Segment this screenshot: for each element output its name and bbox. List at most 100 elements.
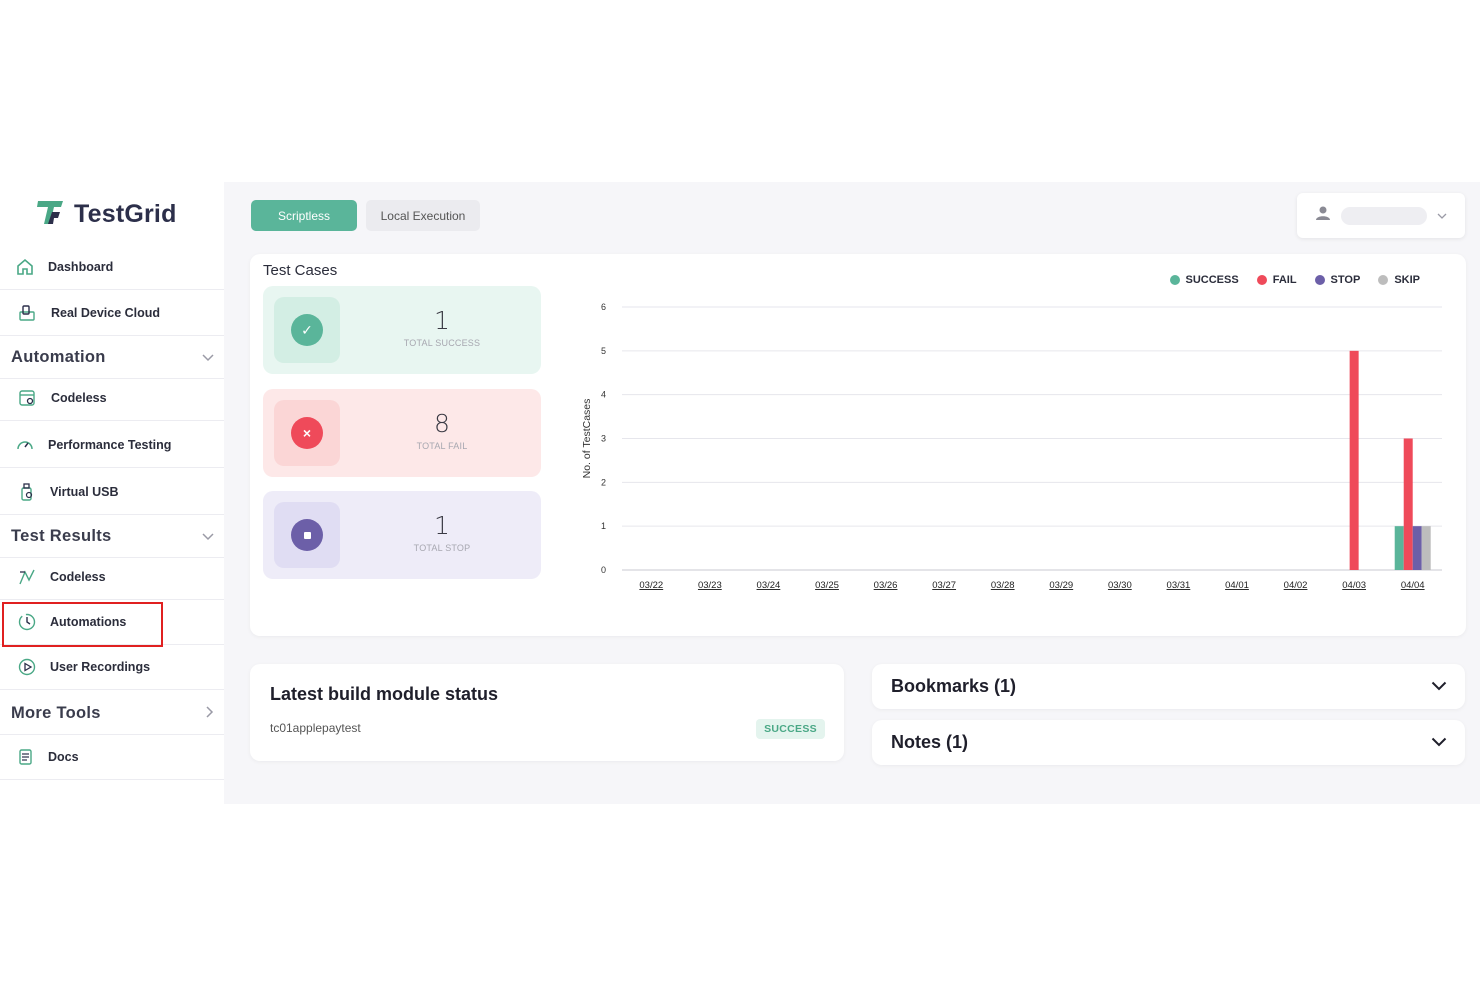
x-tick-label: 04/03: [1342, 580, 1366, 591]
sidebar-item-label: Codeless: [51, 391, 107, 405]
stat-value: 1: [434, 511, 450, 540]
tab-local-execution[interactable]: Local Execution: [366, 200, 480, 231]
sidebar-section-more-tools[interactable]: More Tools: [0, 693, 224, 735]
accordion-label: Bookmarks (1): [891, 676, 1017, 696]
x-tick-label: 03/27: [932, 580, 956, 591]
sidebar-item-docs[interactable]: Docs: [0, 735, 224, 780]
latest-build-card: Latest build module status tc01applepayt…: [250, 664, 844, 761]
x-tick-label: 04/01: [1225, 580, 1249, 591]
y-tick-label: 0: [601, 565, 606, 575]
bar-stop: [1412, 526, 1422, 570]
build-module-name[interactable]: tc01applepaytest: [270, 721, 361, 735]
x-tick-label: 03/26: [874, 580, 898, 591]
x-tick-label: 03/25: [815, 580, 839, 591]
y-tick-label: 3: [601, 434, 606, 444]
x-tick-label: 03/29: [1049, 580, 1073, 591]
stat-total-success: ✓ 1 TOTAL SUCCESS: [263, 286, 541, 374]
sidebar: TestGrid Dashboard Real Device Cloud Aut…: [0, 182, 224, 804]
chevron-down-icon: [202, 528, 214, 546]
stop-badge: [274, 502, 340, 568]
legend-label: STOP: [1330, 274, 1361, 286]
success-badge: ✓: [274, 297, 340, 363]
chart-legend: SUCCESS FAIL STOP SKIP: [1169, 274, 1420, 286]
legend-swatch: [1256, 275, 1267, 285]
section-label: More Tools: [11, 704, 101, 722]
home-icon: [12, 254, 38, 280]
bar-chart-svg: 0 1 2 3 4 5 6 No. of TestCases 03/22 03/23 03/24 03…: [581, 302, 1442, 591]
sidebar-item-label: Virtual USB: [50, 485, 119, 499]
sidebar-item-label: Performance Testing: [48, 438, 172, 452]
main-content: Scriptless Local Execution Test Cases ✓ …: [224, 182, 1480, 804]
x-tick-label: 03/23: [698, 580, 722, 591]
test-cases-chart: SUCCESS FAIL STOP SKIP 0 1 2 3 4 5 6 No. of TestCa…: [580, 262, 1450, 602]
sidebar-section-test-results[interactable]: Test Results: [0, 516, 224, 558]
x-tick-label: 03/28: [991, 580, 1015, 591]
brand-logo[interactable]: TestGrid: [36, 198, 177, 230]
testgrid-logo-icon: [36, 198, 66, 231]
chevron-down-icon: [1431, 734, 1447, 752]
bar-skip: [1421, 526, 1431, 570]
sidebar-item-real-device-cloud[interactable]: Real Device Cloud: [0, 291, 224, 336]
stop-icon: [291, 519, 323, 551]
codeless-results-icon: [14, 564, 40, 590]
y-tick-label: 6: [601, 302, 606, 312]
sidebar-item-performance-testing[interactable]: Performance Testing: [0, 423, 224, 468]
legend-swatch: [1314, 275, 1325, 285]
y-tick-label: 5: [601, 346, 606, 356]
tab-scriptless[interactable]: Scriptless: [251, 200, 357, 231]
sidebar-item-codeless-results[interactable]: Codeless: [0, 555, 224, 600]
sidebar-item-codeless[interactable]: Codeless: [0, 376, 224, 421]
bookmarks-accordion[interactable]: Bookmarks (1): [872, 664, 1465, 709]
bar-success: [1394, 526, 1404, 570]
section-label: Automation: [11, 348, 106, 366]
legend-swatch: [1169, 275, 1180, 285]
y-axis-label: No. of TestCases: [581, 399, 593, 479]
status-badge: SUCCESS: [756, 719, 825, 739]
y-tick-label: 2: [601, 477, 606, 487]
stat-caption: TOTAL FAIL: [416, 441, 468, 451]
stat-caption: TOTAL STOP: [413, 543, 471, 553]
sidebar-item-virtual-usb[interactable]: Virtual USB: [0, 470, 224, 515]
legend-label: FAIL: [1272, 274, 1297, 286]
play-icon: [14, 654, 40, 680]
x-tick-label: 03/22: [639, 580, 663, 591]
bar-fail: [1403, 438, 1413, 570]
sidebar-section-automation[interactable]: Automation: [0, 337, 224, 379]
usb-icon: [14, 479, 40, 505]
chevron-down-icon: [202, 349, 214, 367]
notes-accordion[interactable]: Notes (1): [872, 720, 1465, 765]
x-tick-label: 03/24: [757, 580, 781, 591]
test-cases-title: Test Cases: [263, 262, 338, 279]
legend-item[interactable]: STOP: [1314, 274, 1361, 286]
close-icon: ×: [291, 417, 323, 449]
legend-swatch: [1378, 275, 1389, 285]
chevron-down-icon: [1431, 678, 1447, 696]
sidebar-item-label: Codeless: [50, 570, 106, 584]
devices-icon: [14, 300, 40, 326]
legend-label: SUCCESS: [1185, 274, 1239, 286]
sidebar-item-user-recordings[interactable]: User Recordings: [0, 645, 224, 690]
check-icon: ✓: [291, 314, 323, 346]
stat-total-fail: × 8 TOTAL FAIL: [263, 389, 541, 477]
highlight-box: [2, 602, 163, 647]
legend-item[interactable]: SKIP: [1378, 274, 1420, 286]
stat-value: 1: [434, 306, 450, 335]
user-menu[interactable]: [1297, 193, 1465, 238]
legend-item[interactable]: FAIL: [1256, 274, 1297, 286]
sidebar-item-dashboard[interactable]: Dashboard: [0, 245, 224, 290]
sidebar-item-label: User Recordings: [50, 660, 151, 674]
sidebar-item-label: Dashboard: [48, 260, 114, 274]
stat-value: 8: [434, 409, 450, 438]
legend-item[interactable]: SUCCESS: [1169, 274, 1239, 286]
x-tick-label: 03/30: [1108, 580, 1132, 591]
fail-badge: ×: [274, 400, 340, 466]
legend-label: SKIP: [1394, 274, 1420, 286]
brand-name: TestGrid: [74, 199, 177, 228]
chevron-right-icon: [206, 705, 214, 723]
stat-caption: TOTAL SUCCESS: [403, 338, 481, 348]
test-cases-card: Test Cases ✓ 1 TOTAL SUCCESS × 8 TOTAL F…: [250, 254, 1466, 636]
user-name-redacted: [1341, 206, 1427, 225]
bar-fail: [1349, 350, 1359, 570]
y-tick-label: 1: [601, 521, 606, 531]
section-label: Test Results: [11, 527, 112, 545]
